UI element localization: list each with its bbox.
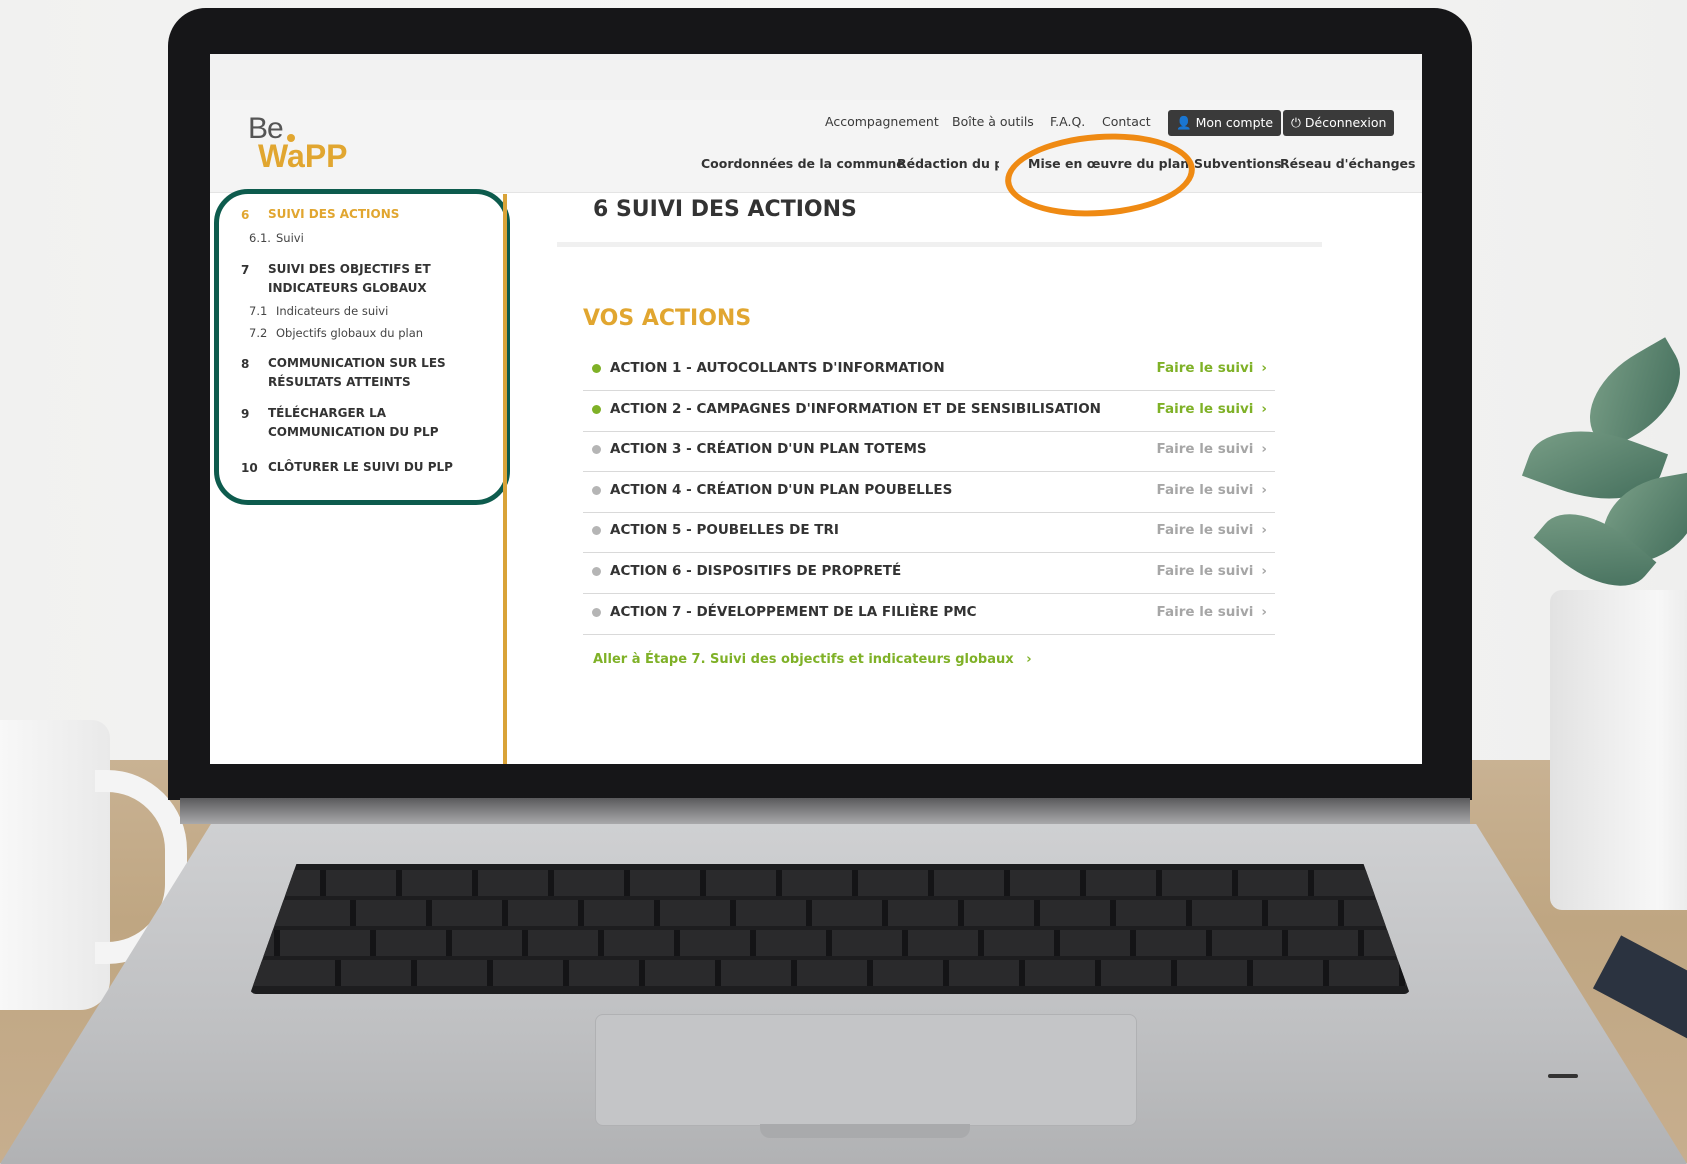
action-label: ACTION 2 - CAMPAGNES D'INFORMATION ET DE… bbox=[610, 400, 1101, 417]
sidebar-item-7-line2[interactable]: INDICATEURS GLOBAUX bbox=[268, 279, 427, 298]
faire-le-suivi-link[interactable]: Faire le suivi › bbox=[1157, 482, 1267, 498]
action-row[interactable]: ACTION 3 - CRÉATION D'UN PLAN TOTEMS Fair… bbox=[583, 429, 1275, 473]
faire-le-suivi-link[interactable]: Faire le suivi › bbox=[1157, 360, 1267, 376]
chevron-right-icon: › bbox=[1261, 441, 1267, 458]
key-row bbox=[250, 870, 1410, 896]
nav-redaction[interactable]: Rédaction du plan bbox=[897, 156, 999, 171]
power-icon: ⏻ bbox=[1291, 115, 1301, 130]
faire-le-suivi-label: Faire le suivi bbox=[1156, 400, 1254, 417]
sidebar-divider bbox=[503, 194, 507, 764]
action-label: ACTION 1 - AUTOCOLLANTS D'INFORMATION bbox=[610, 360, 945, 376]
trackpad bbox=[595, 1014, 1137, 1126]
action-label: ACTION 5 - POUBELLES DE TRI bbox=[610, 522, 839, 539]
keyboard bbox=[250, 864, 1410, 994]
sidebar-sub-7-2[interactable]: Objectifs globaux du plan bbox=[276, 326, 423, 340]
sidebar-item-7-line1[interactable]: SUIVI DES OBJECTIFS ET bbox=[268, 260, 431, 279]
nav-reseau[interactable]: Réseau d'échanges bbox=[1280, 156, 1415, 171]
status-dot bbox=[592, 485, 601, 495]
status-dot bbox=[592, 526, 601, 536]
action-row[interactable]: ACTION 4 - CRÉATION D'UN PLAN POUBELLES F… bbox=[583, 470, 1275, 513]
chevron-right-icon: › bbox=[1261, 563, 1267, 579]
key-row bbox=[250, 900, 1410, 926]
action-label: ACTION 6 - DISPOSITIFS DE PROPRETÉ bbox=[610, 563, 902, 579]
key-row bbox=[250, 960, 1410, 986]
power-led bbox=[1548, 1074, 1578, 1078]
laptop-base bbox=[0, 798, 1687, 1164]
nav-coordonnees[interactable]: Coordonnées de la commune bbox=[701, 156, 905, 171]
faire-le-suivi-link[interactable]: Faire le suivi › bbox=[1157, 441, 1267, 457]
faire-le-suivi-link[interactable]: Faire le suivi › bbox=[1157, 522, 1267, 538]
chevron-right-icon: › bbox=[1026, 652, 1032, 667]
sidebar-item-9-line1[interactable]: TÉLÉCHARGER LA bbox=[268, 404, 386, 423]
sidebar-item-7-number: 7 bbox=[241, 263, 250, 277]
action-label: ACTION 7 - DÉVELOPPEMENT DE LA FILIÈRE P… bbox=[610, 603, 977, 620]
user-icon: 👤 bbox=[1176, 115, 1192, 130]
chevron-right-icon: › bbox=[1261, 522, 1267, 539]
account-button[interactable]: 👤 Mon compte bbox=[1168, 110, 1282, 136]
sidebar-item-9-line2[interactable]: COMMUNICATION DU PLP bbox=[268, 423, 439, 442]
status-dot bbox=[592, 404, 601, 414]
sidebar-sub-6-1-number: 6.1. bbox=[249, 231, 271, 245]
sidebar-sub-6-1[interactable]: Suivi bbox=[276, 231, 304, 245]
faire-le-suivi-label: Faire le suivi bbox=[1156, 481, 1254, 498]
browser-topbar bbox=[210, 54, 1422, 100]
faire-le-suivi-label: Faire le suivi bbox=[1156, 360, 1254, 376]
sidebar-item-6[interactable]: SUIVI DES ACTIONS bbox=[268, 205, 399, 224]
faire-le-suivi-link[interactable]: Faire le suivi › bbox=[1157, 401, 1267, 417]
action-row[interactable]: ACTION 5 - POUBELLES DE TRI Faire le suiv… bbox=[583, 510, 1275, 554]
sidebar-sub-7-1[interactable]: Indicateurs de suivi bbox=[276, 304, 388, 318]
sidebar-item-10-number: 10 bbox=[241, 461, 258, 475]
chevron-right-icon: › bbox=[1261, 481, 1267, 498]
next-step-link-label: Aller à Étape 7. Suivi des objectifs et … bbox=[593, 652, 1014, 667]
chevron-right-icon: › bbox=[1261, 400, 1267, 417]
action-row[interactable]: ACTION 7 - DÉVELOPPEMENT DE LA FILIÈRE P… bbox=[583, 592, 1275, 635]
status-dot bbox=[592, 445, 601, 455]
status-dot bbox=[592, 567, 601, 576]
faire-le-suivi-label: Faire le suivi bbox=[1156, 522, 1254, 539]
action-row[interactable]: ACTION 6 - DISPOSITIFS DE PROPRETÉ Faire … bbox=[583, 551, 1275, 594]
chevron-right-icon: › bbox=[1261, 603, 1267, 620]
laptop-hinge bbox=[180, 798, 1470, 824]
faire-le-suivi-label: Faire le suivi bbox=[1156, 603, 1254, 620]
sidebar-item-8-line2[interactable]: RÉSULTATS ATTEINTS bbox=[268, 373, 411, 392]
action-label: ACTION 3 - CRÉATION D'UN PLAN TOTEMS bbox=[610, 441, 927, 458]
action-row[interactable]: ACTION 1 - AUTOCOLLANTS D'INFORMATION Fai… bbox=[583, 348, 1275, 391]
sidebar-item-6-number: 6 bbox=[241, 208, 250, 222]
action-label: ACTION 4 - CRÉATION D'UN PLAN POUBELLES bbox=[610, 481, 953, 498]
sidebar-item-9-number: 9 bbox=[241, 407, 250, 421]
browser-viewport: Be WaPP Accompagnement Boîte à outils F.… bbox=[210, 54, 1422, 764]
nav-accompagnement[interactable]: Accompagnement bbox=[825, 114, 939, 129]
sidebar-item-8-line1[interactable]: COMMUNICATION SUR LES bbox=[268, 354, 446, 373]
logout-button-label: Déconnexion bbox=[1304, 115, 1387, 130]
faire-le-suivi-link[interactable]: Faire le suivi › bbox=[1157, 563, 1267, 579]
status-dot bbox=[592, 607, 601, 617]
logout-button[interactable]: ⏻ Déconnexion bbox=[1283, 110, 1395, 136]
page-title: 6 SUIVI DES ACTIONS bbox=[593, 197, 857, 222]
nav-boite-a-outils[interactable]: Boîte à outils bbox=[952, 114, 1034, 129]
nav-subventions[interactable]: Subventions bbox=[1194, 156, 1282, 171]
sidebar-item-10[interactable]: CLÔTURER LE SUIVI DU PLP bbox=[268, 458, 453, 477]
faire-le-suivi-label: Faire le suivi bbox=[1156, 563, 1254, 579]
lid-notch bbox=[760, 1124, 970, 1138]
title-divider bbox=[557, 242, 1322, 247]
faire-le-suivi-label: Faire le suivi bbox=[1156, 441, 1254, 458]
sidebar-item-8-number: 8 bbox=[241, 357, 250, 371]
status-dot bbox=[592, 364, 601, 373]
chevron-right-icon: › bbox=[1261, 360, 1267, 376]
sidebar-sub-7-2-number: 7.2 bbox=[249, 326, 268, 340]
nav-contact[interactable]: Contact bbox=[1102, 114, 1151, 129]
nav-faq[interactable]: F.A.Q. bbox=[1050, 114, 1085, 129]
key-row bbox=[250, 930, 1410, 956]
sidebar-sub-7-1-number: 7.1 bbox=[249, 304, 268, 318]
action-row[interactable]: ACTION 2 - CAMPAGNES D'INFORMATION ET DE… bbox=[583, 389, 1275, 432]
logo-wapp[interactable]: WaPP bbox=[258, 138, 348, 175]
laptop-body bbox=[0, 824, 1687, 1164]
next-step-link[interactable]: Aller à Étape 7. Suivi des objectifs et … bbox=[593, 652, 1032, 667]
section-title: VOS ACTIONS bbox=[583, 306, 752, 331]
account-button-label: Mon compte bbox=[1195, 115, 1274, 130]
faire-le-suivi-link[interactable]: Faire le suivi › bbox=[1157, 604, 1267, 620]
